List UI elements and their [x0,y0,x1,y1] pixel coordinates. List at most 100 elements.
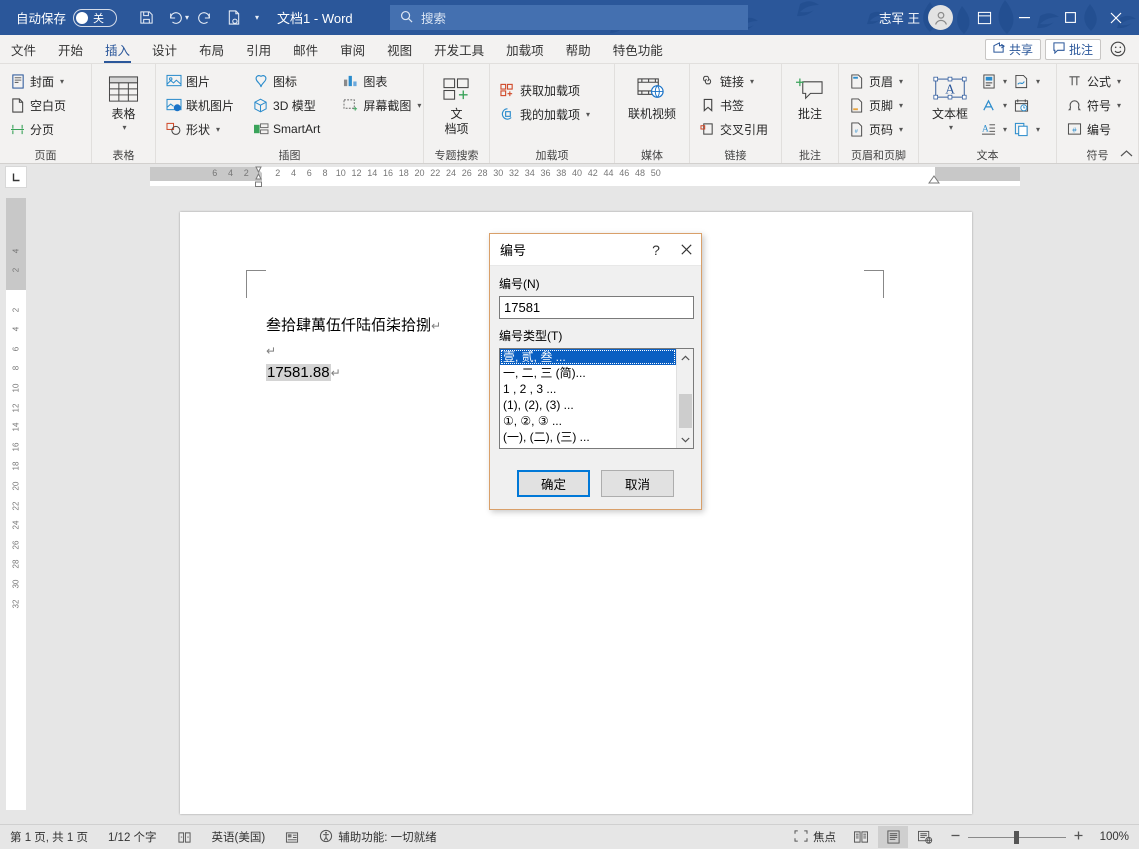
chevron-down-icon[interactable]: ▾ [899,101,903,110]
icons-button[interactable]: 图标 [248,69,324,93]
tab-view[interactable]: 视图 [376,35,423,63]
list-item[interactable]: 一, 二, 三 (简)... [500,365,676,381]
share-button[interactable]: 共享 [984,38,1041,60]
footer-button[interactable]: 页脚 ▾ [844,93,907,117]
chevron-down-icon[interactable]: ▾ [417,101,421,110]
screenshot-button[interactable]: 屏幕截图 ▾ [338,93,425,117]
header-button[interactable]: 页眉 ▾ [844,69,907,93]
scroll-down-arrow-icon[interactable] [677,431,693,448]
chevron-down-icon[interactable]: ▾ [1117,77,1121,86]
quick-parts-button[interactable]: ▾ [978,69,1009,93]
ribbon-display-options-icon[interactable] [967,11,1001,25]
focus-mode-button[interactable]: 焦点 [786,829,844,845]
list-item[interactable]: (一), (二), (三) ... [500,429,676,445]
print-preview-icon[interactable] [219,5,249,31]
close-button[interactable] [1093,0,1139,35]
tab-help[interactable]: 帮助 [555,35,602,63]
document-line-1[interactable]: 叁拾肆萬伍仟陆佰柒拾捌↵ [266,314,441,335]
cover-page-button[interactable]: 封面 ▾ [5,69,70,93]
tab-developer[interactable]: 开发工具 [423,35,495,63]
chevron-down-icon[interactable]: ▾ [1003,101,1007,110]
tab-design[interactable]: 设计 [141,35,188,63]
my-addins-button[interactable]: 我的加载项 ▾ [495,102,594,126]
chart-button[interactable]: 图表 [338,69,425,93]
3d-model-button[interactable]: 3D 模型 [248,93,324,117]
right-indent-marker[interactable] [927,174,941,184]
listbox-scrollbar[interactable] [676,349,693,448]
zoom-slider-thumb[interactable] [1014,830,1019,844]
collapse-ribbon-icon[interactable] [1120,149,1133,161]
number-dialog[interactable]: 编号 ? 编号(N) 17581 编号类型(T) 壹, 贰, 叁 ... 一, … [489,233,702,510]
cross-reference-button[interactable]: 交叉引用 [695,117,772,141]
chevron-down-icon[interactable]: ▾ [216,125,220,134]
chevron-down-icon[interactable]: ▾ [60,77,64,86]
customize-quick-access-icon[interactable]: ▾ [255,13,259,22]
tab-mailings[interactable]: 邮件 [282,35,329,63]
chevron-down-icon[interactable]: ▾ [1036,77,1040,86]
smiley-face-icon[interactable] [1105,41,1131,57]
wordart-button[interactable]: ▾ [978,93,1009,117]
list-item[interactable]: (1), (2), (3) ... [500,397,676,413]
print-layout-icon[interactable] [878,826,908,848]
vertical-ruler[interactable]: 4 2 2 4 6 8 10 12 14 16 18 20 22 24 26 28 30 32 [6,198,26,810]
tab-references[interactable]: 引用 [235,35,282,63]
horizontal-ruler[interactable]: 6 4 2 2 4 6 8 10 12 14 16 18 20 22 24 26 28 30 32 34 36 38 40 4… [150,166,1020,188]
text-box-button[interactable]: A 文本框 ▾ [924,69,976,135]
chevron-down-icon[interactable]: ▾ [1117,101,1121,110]
signature-line-button[interactable]: ▾ [1011,69,1042,93]
minimize-button[interactable] [1001,0,1047,35]
help-question-icon[interactable]: ? [641,235,671,265]
date-time-button[interactable] [1011,93,1042,117]
table-button[interactable]: 表格 ▾ [97,69,150,135]
equation-button[interactable]: 公式 ▾ [1062,69,1125,93]
redo-icon[interactable] [189,5,219,31]
blank-page-button[interactable]: 空白页 [5,93,70,117]
drop-cap-button[interactable]: A ▾ [978,117,1009,141]
chevron-down-icon[interactable]: ▾ [899,77,903,86]
link-button[interactable]: 链接 ▾ [695,69,772,93]
number-input[interactable]: 17581 [499,296,694,319]
tab-features[interactable]: 特色功能 [602,35,674,63]
read-mode-icon[interactable] [846,826,876,848]
document-line-3[interactable]: 17581.88↵ [266,364,341,381]
scrollbar-thumb[interactable] [679,394,692,428]
chevron-down-icon[interactable]: ▾ [1003,125,1007,134]
word-count[interactable]: 1/12 个字 [98,829,167,845]
online-video-button[interactable]: 联机视频 [620,69,684,121]
autosave-toggle[interactable]: 关 [73,8,118,27]
page-break-button[interactable]: 分页 [5,117,70,141]
dialog-close-icon[interactable] [671,235,701,265]
tab-insert[interactable]: 插入 [94,35,141,63]
document-items-button[interactable]: 文档项 [429,69,484,137]
chevron-down-icon[interactable]: ▾ [1003,77,1007,86]
number-type-listbox[interactable]: 壹, 贰, 叁 ... 一, 二, 三 (简)... 1 , 2 , 3 ...… [499,348,694,449]
accessibility-status[interactable]: 辅助功能: 一切就绪 [309,829,446,846]
search-input[interactable]: 搜索 [390,5,748,30]
tab-layout[interactable]: 布局 [188,35,235,63]
indent-markers[interactable] [250,166,266,188]
zoom-level[interactable]: 100% [1091,831,1129,843]
chevron-down-icon[interactable]: ▾ [122,121,126,135]
online-pictures-button[interactable]: 联机图片 [161,93,238,117]
tab-home[interactable]: 开始 [47,35,94,63]
avatar[interactable] [928,5,953,30]
scroll-up-arrow-icon[interactable] [677,349,693,366]
symbol-button[interactable]: 符号 ▾ [1062,93,1125,117]
page-info[interactable]: 第 1 页, 共 1 页 [0,829,98,845]
object-button[interactable]: ▾ [1011,117,1042,141]
save-icon[interactable] [131,5,161,31]
zoom-slider-track[interactable] [968,830,1066,844]
undo-icon[interactable] [161,5,191,31]
shapes-button[interactable]: 形状 ▾ [161,117,238,141]
comment-button[interactable]: 批注 [1044,38,1101,60]
tab-file[interactable]: 文件 [0,35,47,63]
new-comment-button[interactable]: 批注 [787,69,833,121]
zoom-out-icon[interactable] [950,830,961,844]
chevron-down-icon[interactable]: ▾ [586,110,590,119]
smartart-button[interactable]: SmartArt [248,117,324,141]
list-item[interactable]: ①, ②, ③ ... [500,413,676,429]
chevron-down-icon[interactable]: ▾ [1036,125,1040,134]
get-addins-button[interactable]: 获取加载项 [495,78,594,102]
web-layout-icon[interactable] [910,826,940,848]
proofing-errors-icon[interactable] [167,831,202,844]
